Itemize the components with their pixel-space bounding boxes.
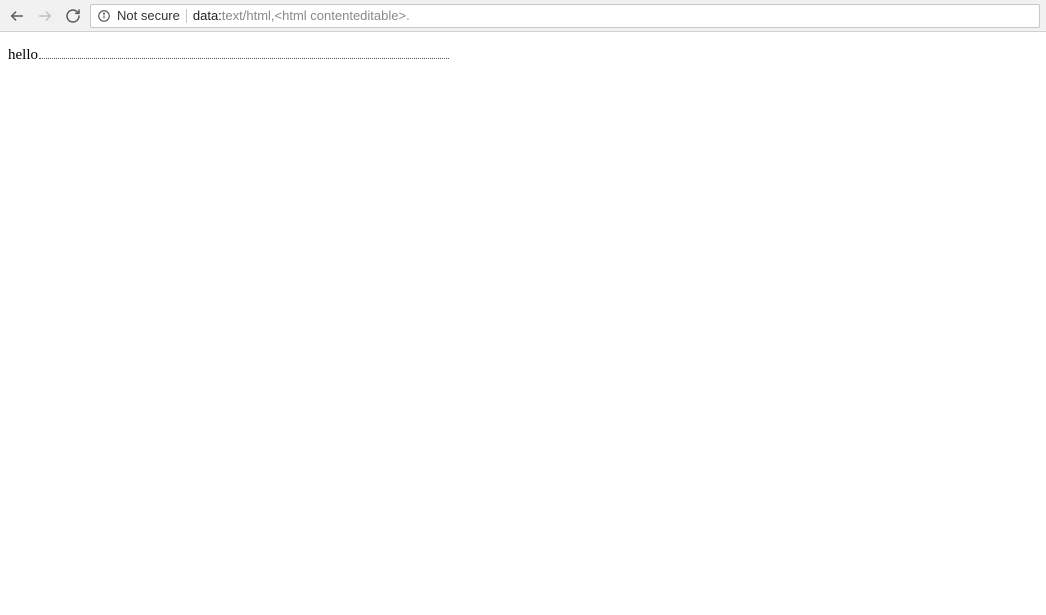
arrow-right-icon [37, 8, 53, 24]
content-line[interactable]: hello [8, 44, 1038, 64]
dotted-underline [39, 44, 449, 59]
back-button[interactable] [6, 5, 28, 27]
info-icon[interactable] [97, 9, 111, 23]
forward-button [34, 5, 56, 27]
typed-text[interactable]: hello [8, 47, 38, 64]
url-display: data:text/html,<html contenteditable>. [193, 8, 410, 23]
page-content[interactable]: hello [0, 32, 1046, 76]
arrow-left-icon [9, 8, 25, 24]
divider [186, 9, 187, 23]
security-status: Not secure [117, 8, 180, 23]
url-scheme: data: [193, 8, 222, 23]
reload-button[interactable] [62, 5, 84, 27]
address-bar[interactable]: Not secure data:text/html,<html contente… [90, 4, 1040, 28]
url-rest: text/html,<html contenteditable>. [222, 8, 410, 23]
reload-icon [65, 8, 81, 24]
browser-toolbar: Not secure data:text/html,<html contente… [0, 0, 1046, 32]
